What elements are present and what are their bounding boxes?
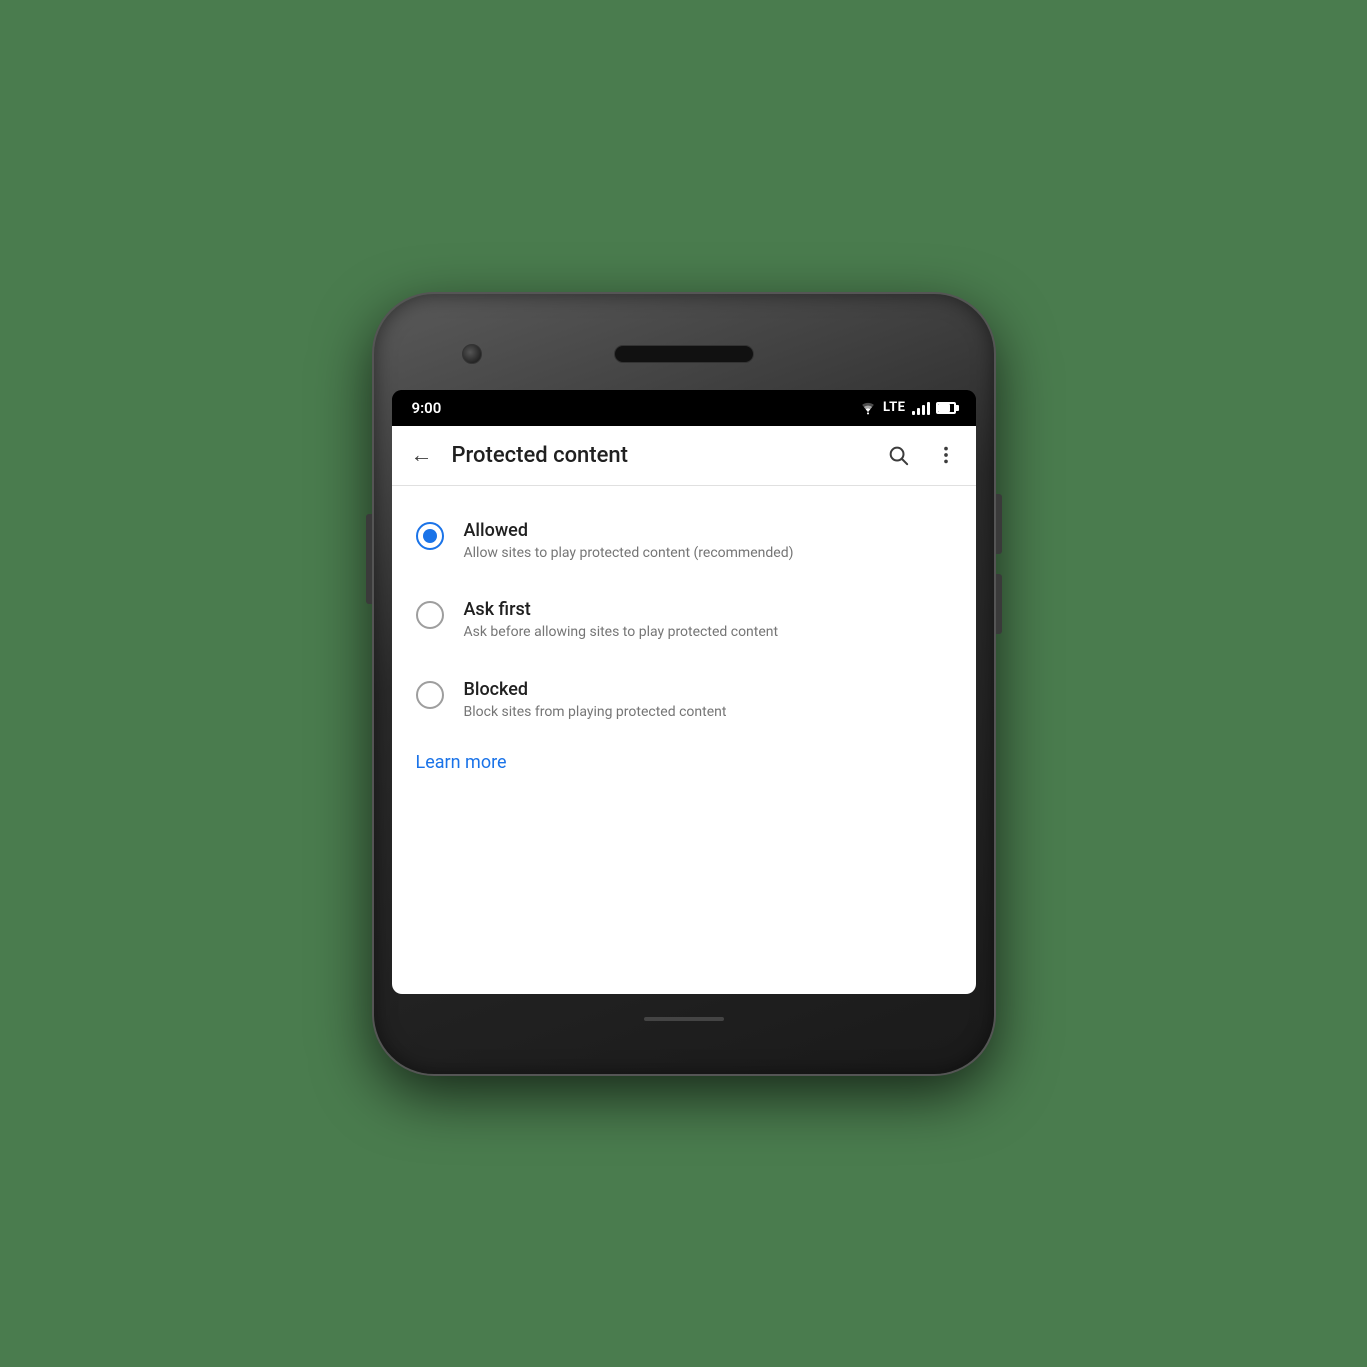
radio-allowed bbox=[416, 522, 444, 550]
battery-icon bbox=[936, 402, 956, 414]
back-arrow-icon: ← bbox=[411, 442, 433, 468]
radio-ask-first bbox=[416, 601, 444, 629]
radio-blocked bbox=[416, 681, 444, 709]
option-ask-first-desc: Ask before allowing sites to play protec… bbox=[464, 623, 952, 643]
wifi-icon bbox=[859, 401, 877, 415]
toolbar-actions bbox=[876, 433, 968, 477]
option-blocked[interactable]: Blocked Block sites from playing protect… bbox=[392, 661, 976, 741]
learn-more-link[interactable]: Learn more bbox=[416, 752, 507, 773]
app-toolbar: ← Protected content bbox=[392, 426, 976, 486]
volume-button-left bbox=[366, 514, 372, 604]
front-camera bbox=[462, 344, 482, 364]
earpiece-speaker bbox=[614, 345, 754, 363]
option-ask-first-text: Ask first Ask before allowing sites to p… bbox=[464, 599, 952, 643]
option-allowed-desc: Allow sites to play protected content (r… bbox=[464, 544, 952, 564]
lte-label: LTE bbox=[883, 400, 905, 415]
volume-button-right bbox=[996, 574, 1002, 634]
status-icons: LTE bbox=[859, 400, 955, 415]
option-blocked-text: Blocked Block sites from playing protect… bbox=[464, 679, 952, 723]
more-vertical-icon bbox=[935, 444, 957, 466]
phone-device: 9:00 LTE bbox=[374, 294, 994, 1074]
learn-more-section: Learn more bbox=[392, 740, 976, 797]
phone-bottom bbox=[644, 994, 724, 1044]
power-button bbox=[996, 494, 1002, 554]
status-time: 9:00 bbox=[412, 399, 442, 417]
more-options-button[interactable] bbox=[924, 433, 968, 477]
app-screen: ← Protected content bbox=[392, 426, 976, 994]
option-ask-first[interactable]: Ask first Ask before allowing sites to p… bbox=[392, 581, 976, 661]
option-ask-first-label: Ask first bbox=[464, 599, 952, 620]
option-allowed[interactable]: Allowed Allow sites to play protected co… bbox=[392, 502, 976, 582]
status-bar: 9:00 LTE bbox=[392, 390, 976, 426]
option-allowed-label: Allowed bbox=[464, 520, 952, 541]
app-content: Allowed Allow sites to play protected co… bbox=[392, 486, 976, 994]
screen: 9:00 LTE bbox=[392, 390, 976, 994]
battery-fill bbox=[938, 404, 950, 412]
home-indicator bbox=[644, 1017, 724, 1021]
option-allowed-text: Allowed Allow sites to play protected co… bbox=[464, 520, 952, 564]
option-blocked-label: Blocked bbox=[464, 679, 952, 700]
radio-dot-allowed bbox=[423, 529, 437, 543]
signal-icon bbox=[912, 401, 930, 415]
search-button[interactable] bbox=[876, 433, 920, 477]
back-button[interactable]: ← bbox=[400, 433, 444, 477]
page-title: Protected content bbox=[452, 443, 876, 468]
option-blocked-desc: Block sites from playing protected conte… bbox=[464, 703, 952, 723]
phone-top-bar bbox=[392, 324, 976, 384]
search-icon bbox=[887, 444, 909, 466]
